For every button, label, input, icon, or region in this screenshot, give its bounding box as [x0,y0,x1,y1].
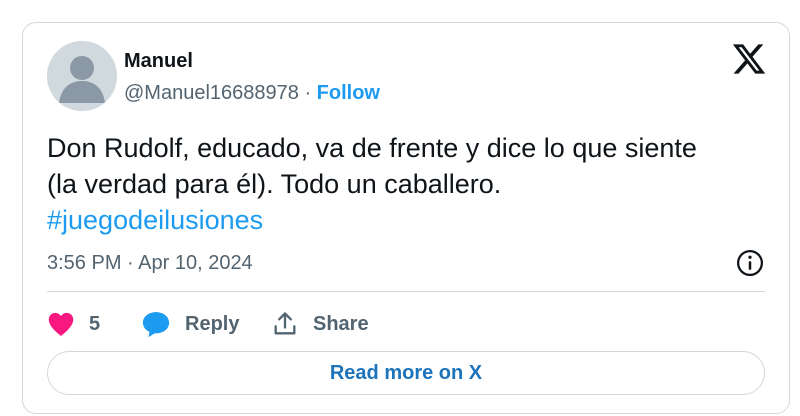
tweet-text-line: (la verdad para él). Todo un caballero. [47,169,502,199]
divider [47,291,765,292]
default-avatar-icon [47,41,117,111]
read-more-label: Read more on X [329,361,483,384]
read-more-button[interactable]: Read more on X [47,351,765,395]
share-upload-icon [274,312,296,335]
reply-label: Reply [185,312,240,335]
like-button[interactable]: 5 [47,307,100,341]
heart-icon [48,312,74,337]
share-button[interactable]: Share [271,307,369,341]
follow-button[interactable]: Follow [317,82,380,104]
tweet-text: Don Rudolf, educado, va de frente y dice… [47,130,767,238]
x-logo-icon[interactable] [731,41,767,77]
reply-bubble-icon [142,312,170,338]
author-handle[interactable]: @Manuel16688978 [124,82,299,104]
reply-button[interactable]: Reply [141,307,239,341]
like-count: 5 [89,312,101,335]
share-label: Share [313,312,369,335]
author-display-name[interactable]: Manuel [124,50,193,73]
tweet-card: Manuel @Manuel16688978 · Follow Don Rudo… [22,22,790,414]
author-handle-row: @Manuel16688978 · Follow [124,82,380,105]
tweet-timestamp[interactable]: 3:56 PM · Apr 10, 2024 [47,252,253,275]
avatar[interactable] [47,41,117,111]
info-icon[interactable] [735,248,765,278]
tweet-text-line: Don Rudolf, educado, va de frente y dice… [47,133,697,163]
handle-separator: · [298,82,317,104]
hashtag-link[interactable]: #juegodeilusiones [47,202,767,238]
